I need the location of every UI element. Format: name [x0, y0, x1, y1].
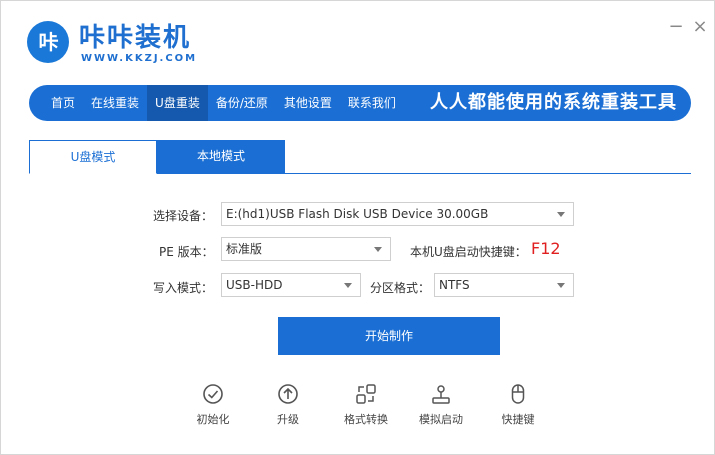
write-mode-select-value: USB-HDD: [226, 278, 283, 292]
hotkey-label: 本机U盘启动快捷键：: [410, 245, 527, 259]
chevron-down-icon: [557, 283, 565, 288]
tool-upgrade-label: 升级: [277, 413, 299, 426]
tool-hotkeys-label: 快捷键: [501, 413, 535, 426]
pe-version-select[interactable]: 标准版: [221, 237, 391, 261]
main-nav: 首页 在线重装 U盘重装 备份/还原 其他设置 联系我们 人人都能使用的系统重装…: [29, 85, 691, 121]
tool-initialize[interactable]: 初始化: [183, 383, 243, 427]
partition-select[interactable]: NTFS: [434, 273, 574, 297]
mode-tabs: U盘模式 本地模式: [29, 140, 691, 174]
nav-item-online-reinstall[interactable]: 在线重装: [83, 85, 147, 121]
app-window: 咔 咔咔装机 WWW.KKZJ.COM − × 首页 在线重装 U盘重装 备份/…: [0, 0, 715, 455]
nav-item-home[interactable]: 首页: [43, 85, 83, 121]
partition-select-value: NTFS: [439, 278, 470, 292]
tool-initialize-label: 初始化: [196, 413, 230, 426]
app-url: WWW.KKZJ.COM: [81, 53, 198, 64]
write-mode-select[interactable]: USB-HDD: [221, 273, 361, 297]
nav-item-contact-us[interactable]: 联系我们: [340, 85, 404, 121]
nav-item-other-settings[interactable]: 其他设置: [276, 85, 340, 121]
partition-label: 分区格式：: [370, 281, 431, 295]
pe-version-select-value: 标准版: [226, 242, 263, 256]
device-select-value: E:(hd1)USB Flash Disk USB Device 30.00GB: [226, 207, 489, 221]
tool-hotkeys[interactable]: 快捷键: [488, 383, 548, 427]
tool-format-convert-label: 格式转换: [344, 413, 388, 426]
logo-icon: 咔: [27, 21, 69, 63]
chevron-down-icon: [344, 283, 352, 288]
mouse-icon: [511, 384, 525, 404]
hotkey-value: F12: [531, 239, 561, 258]
minimize-button[interactable]: −: [666, 17, 686, 37]
device-select[interactable]: E:(hd1)USB Flash Disk USB Device 30.00GB: [221, 202, 574, 226]
upgrade-arrow-icon: [278, 384, 298, 404]
tool-simulate-boot-label: 模拟启动: [419, 413, 463, 426]
close-button[interactable]: ×: [690, 17, 710, 37]
nav-item-backup-restore[interactable]: 备份/还原: [208, 85, 276, 121]
nav-item-usb-reinstall[interactable]: U盘重装: [147, 85, 208, 121]
start-make-button[interactable]: 开始制作: [278, 317, 500, 355]
check-circle-icon: [203, 384, 223, 404]
format-convert-icon: [356, 384, 376, 404]
chevron-down-icon: [374, 247, 382, 252]
device-label: 选择设备：: [153, 209, 214, 223]
pe-version-label: PE 版本：: [159, 245, 214, 259]
joystick-icon: [432, 385, 450, 404]
tab-local-mode[interactable]: 本地模式: [157, 140, 285, 173]
app-title: 咔咔装机: [79, 23, 192, 53]
write-mode-label: 写入模式：: [153, 281, 214, 295]
tool-upgrade[interactable]: 升级: [258, 383, 318, 427]
chevron-down-icon: [557, 212, 565, 217]
nav-slogan: 人人都能使用的系统重装工具: [430, 92, 677, 113]
tab-usb-mode[interactable]: U盘模式: [29, 140, 157, 174]
tool-simulate-boot[interactable]: 模拟启动: [411, 383, 471, 427]
tool-format-convert[interactable]: 格式转换: [336, 383, 396, 427]
